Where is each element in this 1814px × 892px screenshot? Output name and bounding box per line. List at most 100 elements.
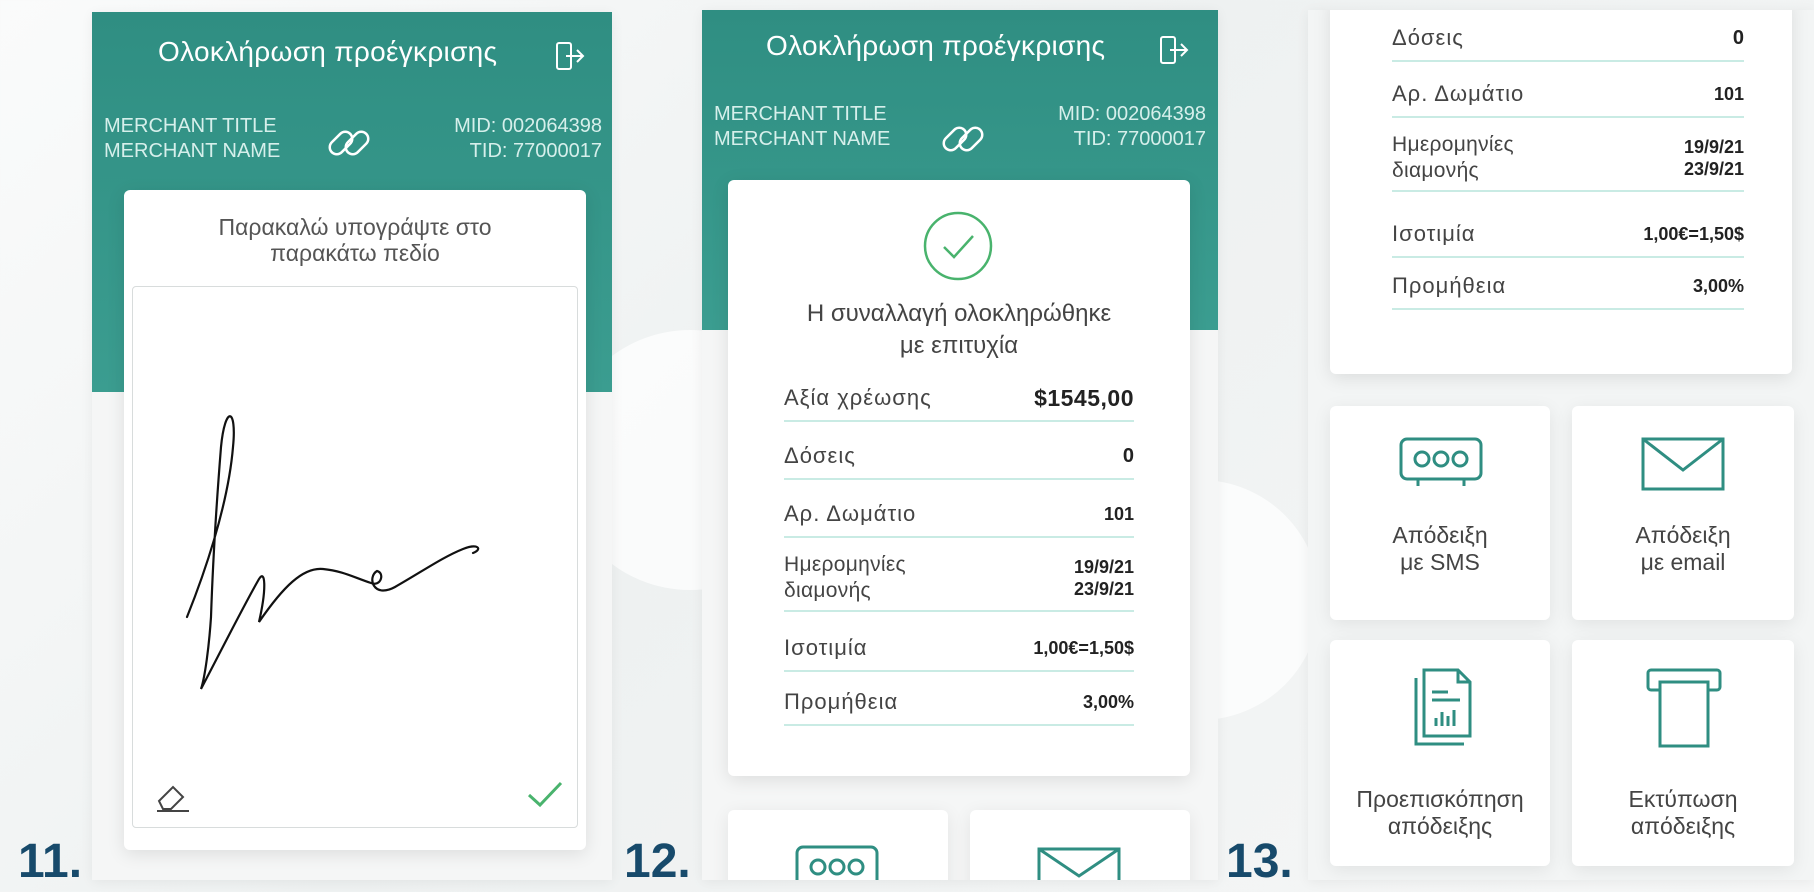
tile-label: Απόδειξη με email [1572,522,1794,576]
screen-title: Ολοκλήρωση προέγκρισης [766,30,1106,61]
receipt-preview-icon [1414,668,1472,746]
printer-icon [1646,668,1722,748]
detail-value: 3,00% [1082,692,1134,712]
detail-label: Ισοτιμία [784,635,868,660]
tile-label-line: Εκτύπωση [1628,786,1738,812]
detail-label: Προμήθεια [1392,273,1507,298]
prompt-line: Παρακαλώ υπογράψτε στο [218,214,492,240]
screen-title: Ολοκλήρωση προέγκρισης [158,36,498,67]
detail-value: 0 [1732,27,1744,49]
value-line: 19/9/21 [1073,557,1134,577]
detail-row-amount: Αξία χρέωσης $1545,00 [784,376,1134,422]
merchant-title: MERCHANT TITLE [714,103,887,125]
detail-row-exchange-rate: Ισοτιμία 1,00€=1,50$ [784,626,1134,672]
screen-signature: Ολοκλήρωση προέγκρισης MERCHANT TITLE ME… [92,12,612,880]
detail-value: 1,00€=1,50$ [1643,224,1744,244]
tile-label-line: Απόδειξη [1392,522,1488,548]
transaction-card-scrolled: Δόσεις 0 Αρ. Δωμάτιο 101 Ημερομηνίες δια… [1330,10,1792,374]
tile-label: Εκτύπωση απόδειξης [1572,786,1794,840]
success-line: με επιτυχία [899,332,1019,359]
merchant-name: MERCHANT NAME [714,128,891,150]
mid-value: MID: 002064398 [454,115,602,137]
detail-row-room: Αρ. Δωμάτιο 101 [784,492,1134,538]
tid-value: TID: 77000017 [1073,128,1206,150]
link-icon[interactable] [938,114,988,164]
detail-value: 0 [1122,445,1134,467]
sms-icon [795,845,879,880]
detail-row-stay-dates: Ημερομηνίες διαμονής 19/9/21 23/9/21 [1392,126,1744,192]
detail-label: Ισοτιμία [1392,221,1476,246]
tile-label-line: Απόδειξη [1635,522,1731,548]
step-number: 12. [624,835,691,888]
merchant-info: MERCHANT TITLE MERCHANT NAME [714,102,890,152]
detail-value: 1,00€=1,50$ [1033,638,1134,658]
detail-row-exchange-rate: Ισοτιμία 1,00€=1,50$ [1392,212,1744,258]
detail-row-stay-dates: Ημερομηνίες διαμονής 19/9/21 23/9/21 [784,546,1134,612]
email-receipt-tile[interactable] [970,810,1190,880]
detail-label: Αρ. Δωμάτιο [1392,81,1525,106]
terminal-ids: MID: 002064398 TID: 77000017 [1058,102,1206,152]
email-receipt-tile[interactable]: Απόδειξη με email [1572,406,1794,620]
email-icon [1037,847,1121,880]
detail-label: Ημερομηνίες διαμονής [784,552,906,604]
signature-pad[interactable] [132,286,578,828]
signature-prompt: Παρακαλώ υπογράψτε στο παρακάτω πεδίο [124,214,586,266]
label-line: διαμονής [784,579,871,602]
detail-value: 19/9/21 23/9/21 [1684,136,1744,180]
detail-value: $1545,00 [1034,385,1134,411]
detail-label: Δόσεις [784,443,856,468]
detail-row-installments: Δόσεις 0 [1392,16,1744,62]
sms-receipt-tile[interactable] [728,810,948,880]
value-line: 23/9/21 [1683,159,1744,179]
confirm-check-icon[interactable] [525,777,565,811]
detail-label: Δόσεις [1392,25,1464,50]
tile-label-line: απόδειξης [1630,813,1736,839]
detail-value: 101 [1103,504,1134,524]
screen-success: Ολοκλήρωση προέγκρισης MERCHANT TITLE ME… [702,10,1218,880]
sms-receipt-tile[interactable]: Απόδειξη με SMS [1330,406,1550,620]
tile-label-line: με email [1640,549,1726,575]
success-line: Η συναλλαγή ολοκληρώθηκε [806,300,1112,327]
merchant-info: MERCHANT TITLE MERCHANT NAME [104,114,280,164]
screen-receipt-options: Δόσεις 0 Αρ. Δωμάτιο 101 Ημερομηνίες δια… [1308,10,1814,880]
logout-icon[interactable] [554,40,586,72]
print-receipt-tile[interactable]: Εκτύπωση απόδειξης [1572,640,1794,866]
value-line: 23/9/21 [1073,579,1134,599]
merchant-title: MERCHANT TITLE [104,115,277,137]
prompt-line: παρακάτω πεδίο [270,240,440,266]
transaction-card: Η συναλλαγή ολοκληρώθηκε με επιτυχία Αξί… [728,180,1190,776]
detail-value: 3,00% [1692,276,1744,296]
detail-value: 19/9/21 23/9/21 [1074,556,1134,600]
label-line: Ημερομηνίες [1392,133,1514,156]
signature-card: Παρακαλώ υπογράψτε στο παρακάτω πεδίο [124,190,586,850]
step-number: 13. [1226,835,1293,888]
detail-row-installments: Δόσεις 0 [784,434,1134,480]
preview-receipt-tile[interactable]: Προεπισκόπηση απόδειξης [1330,640,1550,866]
success-check-icon [923,211,993,281]
terminal-ids: MID: 002064398 TID: 77000017 [454,114,602,164]
detail-value: 101 [1713,84,1744,104]
link-icon[interactable] [324,118,374,168]
merchant-name: MERCHANT NAME [104,140,281,162]
tile-label-line: Προεπισκόπηση [1356,786,1524,812]
detail-row-room: Αρ. Δωμάτιο 101 [1392,72,1744,118]
label-line: Ημερομηνίες [784,553,906,576]
detail-label: Ημερομηνίες διαμονής [1392,132,1514,184]
tid-value: TID: 77000017 [469,140,602,162]
signature-stroke [185,415,480,690]
tile-label: Προεπισκόπηση απόδειξης [1330,786,1550,840]
tile-label-line: με SMS [1400,549,1480,575]
success-message: Η συναλλαγή ολοκληρώθηκε με επιτυχία [728,298,1190,362]
sms-icon [1399,437,1483,486]
eraser-icon[interactable] [153,779,193,813]
detail-label: Αξία χρέωσης [784,385,932,410]
detail-label: Αρ. Δωμάτιο [784,501,917,526]
logout-icon[interactable] [1158,34,1190,66]
detail-row-commission: Προμήθεια 3,00% [784,680,1134,726]
tile-label-line: απόδειξης [1387,813,1493,839]
detail-label: Προμήθεια [784,689,899,714]
label-line: διαμονής [1392,159,1479,182]
detail-row-commission: Προμήθεια 3,00% [1392,264,1744,310]
mid-value: MID: 002064398 [1058,103,1206,125]
tile-label: Απόδειξη με SMS [1330,522,1550,576]
